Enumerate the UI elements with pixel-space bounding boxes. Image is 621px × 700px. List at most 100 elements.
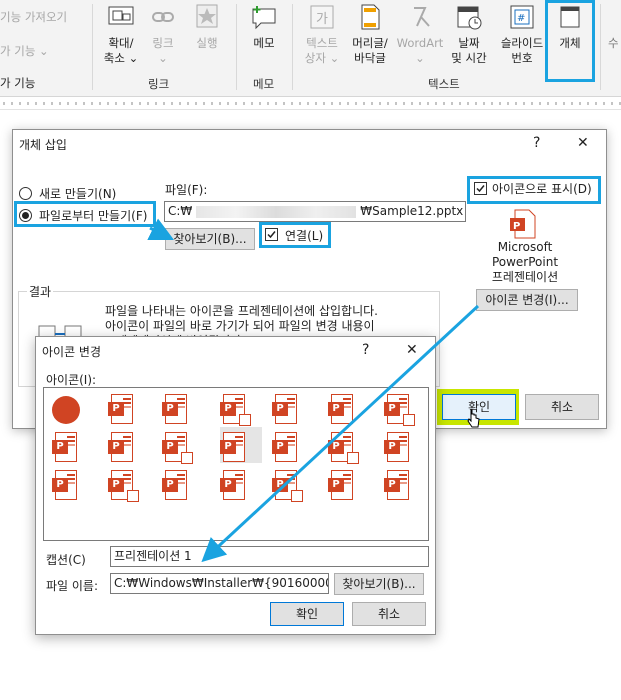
- close-button[interactable]: ✕: [577, 135, 589, 151]
- header-footer-button[interactable]: 머리글/ 바닥글: [344, 4, 396, 66]
- overlay-badge: [181, 452, 193, 464]
- p-badge: P: [108, 478, 124, 492]
- p-badge: P: [384, 402, 400, 416]
- powerpoint-variant-icon[interactable]: P: [162, 470, 190, 502]
- p-badge: P: [162, 440, 178, 454]
- p-badge: P: [220, 440, 236, 454]
- comment-button[interactable]: 메모: [244, 4, 284, 51]
- action-button[interactable]: 실행: [186, 4, 228, 51]
- file-lines: [67, 436, 75, 438]
- link-label: 연결(L): [285, 229, 324, 243]
- dialog-title: 개체 삽입: [19, 138, 67, 152]
- cancel-button[interactable]: 취소: [352, 602, 426, 626]
- help-button[interactable]: ?: [533, 135, 540, 151]
- zoom-button[interactable]: 확대/ 축소 ⌄: [98, 4, 144, 66]
- powerpoint-variant-icon[interactable]: P: [220, 394, 251, 426]
- ribbon-group-label: 가 기능: [0, 76, 36, 90]
- ribbon-cut-item[interactable]: 수: [608, 36, 619, 51]
- powerpoint-variant-icon[interactable]: P: [52, 432, 80, 464]
- powerpoint-variant-icon[interactable]: [52, 394, 80, 426]
- powerpoint-variant-icon[interactable]: P: [328, 470, 356, 502]
- file-name-label: 파일 이름:: [46, 579, 99, 593]
- file-lines: [399, 474, 407, 476]
- powerpoint-variant-icon[interactable]: P: [272, 470, 303, 502]
- p-badge: P: [328, 402, 344, 416]
- link-checkbox[interactable]: [265, 228, 278, 241]
- ok-button[interactable]: 확인: [270, 602, 344, 626]
- powerpoint-variant-icon[interactable]: P: [384, 432, 412, 464]
- p-badge: P: [220, 402, 236, 416]
- file-lines: [177, 436, 185, 438]
- icon-list[interactable]: P P P P P P P P P P P P P P P P P P P P: [43, 387, 429, 541]
- powerpoint-variant-icon[interactable]: P: [162, 394, 190, 426]
- group-divider: [600, 4, 601, 90]
- powerpoint-variant-icon[interactable]: P: [272, 394, 300, 426]
- close-button[interactable]: ✕: [406, 342, 418, 358]
- wordart-icon: [414, 7, 430, 27]
- browse-button[interactable]: 찾아보기(B)...: [334, 573, 424, 595]
- file-lines: [343, 436, 351, 438]
- ribbon-left-item[interactable]: 가 기능 ⌄: [0, 44, 49, 59]
- radio-new[interactable]: [19, 187, 32, 200]
- change-icon-dialog: 아이콘 변경 ? ✕ 아이콘(I): P P P P P P P P P P P P P P P P P P PP …: [35, 336, 436, 635]
- display-as-icon-label: 아이콘으로 표시(D): [492, 182, 592, 196]
- file-path-prefix: C:₩: [168, 204, 193, 218]
- powerpoint-variant-icon[interactable]: P: [384, 394, 415, 426]
- text-box-button[interactable]: 가 텍스트 상자 ⌄: [298, 4, 346, 66]
- svg-text:#: #: [517, 13, 525, 24]
- powerpoint-variant-icon[interactable]: P: [220, 470, 248, 502]
- ribbon-left-item[interactable]: 기능 가져오기: [0, 10, 67, 25]
- check-icon: [476, 185, 485, 193]
- p-badge: P: [272, 478, 288, 492]
- browse-button[interactable]: 찾아보기(B)...: [165, 228, 255, 250]
- caption-label: 캡션(C): [46, 553, 86, 567]
- powerpoint-variant-icon[interactable]: P: [328, 432, 359, 464]
- result-label: 결과: [27, 283, 54, 300]
- p-badge: P: [162, 478, 178, 492]
- file-lines: [399, 398, 407, 400]
- change-icon-button[interactable]: 아이콘 변경(I)...: [476, 289, 578, 311]
- caption-input[interactable]: 프리젠테이션 1: [110, 546, 429, 567]
- powerpoint-variant-icon[interactable]: P: [108, 394, 136, 426]
- zoom-label: 확대/ 축소 ⌄: [103, 36, 139, 65]
- file-lines: [343, 398, 351, 400]
- powerpoint-variant-icon[interactable]: P: [220, 432, 248, 464]
- powerpoint-variant-icon[interactable]: P: [384, 470, 412, 502]
- group-label-link: 링크: [148, 77, 170, 91]
- date-time-button[interactable]: 날짜 및 시간: [446, 4, 492, 66]
- file-path-input[interactable]: C:₩ ₩Sample12.pptx: [164, 201, 466, 222]
- file-name-input[interactable]: C:₩Windows₩Installer₩{90160000-000: [110, 573, 329, 594]
- icon-caption: Microsoft PowerPoint 프레젠테이션: [491, 240, 559, 284]
- link-label: 링크 ⌄: [152, 36, 174, 65]
- powerpoint-variant-icon[interactable]: P: [328, 394, 356, 426]
- file-lines: [67, 474, 75, 476]
- powerpoint-variant-icon[interactable]: P: [162, 432, 193, 464]
- ribbon: 기능 가져오기 가 기능 ⌄ 가 기능 확대/ 축소 ⌄ 링크 ⌄ 실행 링크: [0, 0, 621, 97]
- group-label-text: 텍스트: [428, 77, 460, 91]
- p-badge: P: [52, 478, 68, 492]
- file-lines: [123, 398, 131, 400]
- overlay-badge: [239, 414, 251, 426]
- file-lines: [235, 436, 243, 438]
- help-button[interactable]: ?: [362, 342, 369, 358]
- zoom-icon: [108, 6, 134, 25]
- p-badge: P: [272, 440, 288, 454]
- p-badge: P: [328, 440, 344, 454]
- overlay-badge: [403, 414, 415, 426]
- slide-number-button[interactable]: # 슬라이드 번호: [494, 4, 550, 66]
- cancel-button[interactable]: 취소: [525, 394, 599, 420]
- wordart-label: WordArt ⌄: [396, 36, 444, 65]
- p-badge: P: [272, 402, 288, 416]
- powerpoint-variant-icon[interactable]: P: [108, 432, 136, 464]
- link-button[interactable]: 링크 ⌄: [142, 4, 184, 66]
- from-file-highlight: [14, 201, 156, 227]
- file-label: 파일(F):: [165, 183, 208, 197]
- powerpoint-variant-icon[interactable]: P: [52, 470, 80, 502]
- object-button-highlight: [545, 0, 595, 82]
- file-lines: [287, 398, 295, 400]
- display-as-icon-checkbox[interactable]: [474, 182, 487, 195]
- powerpoint-variant-icon[interactable]: P: [108, 470, 139, 502]
- text-box-icon: 가: [310, 5, 334, 29]
- wordart-button[interactable]: WordArt ⌄: [394, 4, 446, 66]
- powerpoint-variant-icon[interactable]: P: [272, 432, 300, 464]
